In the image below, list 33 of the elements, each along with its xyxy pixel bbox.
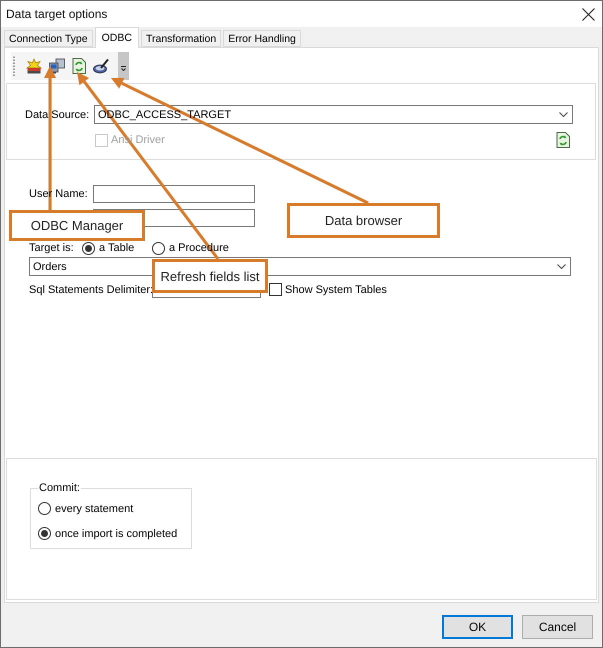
dialog-button[interactable]: Cancel bbox=[522, 615, 593, 639]
checkbox-label[interactable]: Show System Tables bbox=[285, 284, 387, 296]
tab[interactable]: Transformation bbox=[140, 30, 222, 47]
radio-label[interactable]: a Table bbox=[99, 242, 134, 254]
tab[interactable]: ODBC bbox=[94, 27, 139, 48]
tab[interactable]: Connection Type bbox=[4, 30, 93, 47]
refresh-icon[interactable] bbox=[556, 132, 570, 148]
callout-tooltip: Data browser bbox=[287, 203, 440, 238]
callout-tooltip: ODBC Manager bbox=[9, 210, 145, 241]
chevron-down-icon bbox=[559, 112, 568, 117]
tab[interactable]: Error Handling bbox=[223, 30, 301, 47]
radio-button[interactable] bbox=[82, 242, 95, 254]
field-label: Sql Statements Delimiter: bbox=[29, 284, 152, 296]
radio-label[interactable]: every statement bbox=[55, 502, 134, 514]
refresh-icon[interactable] bbox=[72, 58, 86, 74]
overflow-button[interactable] bbox=[118, 52, 129, 80]
window-title: Data target options bbox=[6, 7, 108, 21]
radio-button[interactable] bbox=[152, 242, 165, 254]
crown-icon[interactable] bbox=[26, 58, 42, 74]
dialog-button[interactable]: OK bbox=[442, 615, 513, 639]
overflow-icon bbox=[121, 66, 126, 71]
callout-tooltip: Refresh fields list bbox=[152, 259, 268, 293]
field-label: Data Source: bbox=[25, 108, 90, 120]
group-legend: Commit: bbox=[38, 482, 81, 494]
dish-icon[interactable] bbox=[93, 58, 109, 74]
radio-button[interactable] bbox=[38, 527, 51, 540]
chevron-down-icon bbox=[557, 264, 566, 269]
field-label: Target is: bbox=[29, 242, 75, 254]
close-icon[interactable] bbox=[582, 8, 595, 20]
input-field[interactable] bbox=[93, 185, 255, 203]
radio-label[interactable]: once import is completed bbox=[55, 528, 178, 540]
checkbox[interactable] bbox=[269, 283, 282, 296]
radio-button[interactable] bbox=[38, 502, 51, 515]
